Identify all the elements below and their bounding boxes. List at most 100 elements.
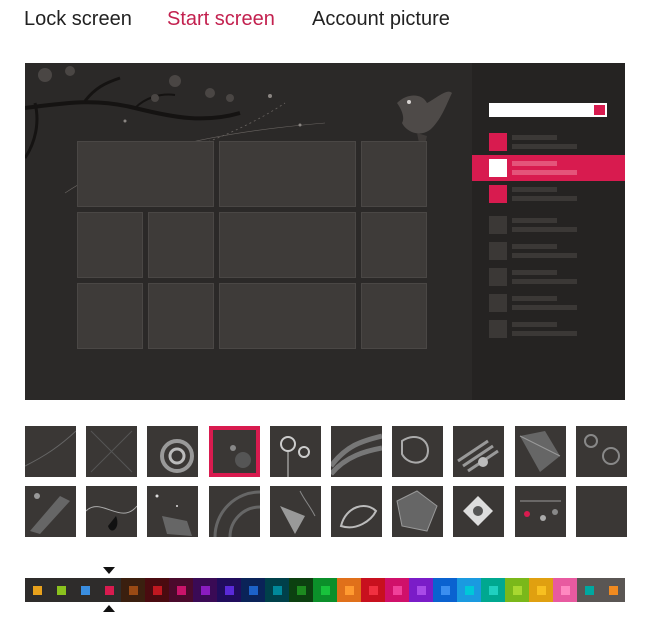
- preview-settings-panel: [472, 63, 625, 400]
- color-swatch-13[interactable]: [313, 578, 337, 602]
- color-swatch-16[interactable]: [385, 578, 409, 602]
- pattern-art: [90, 430, 133, 473]
- pattern-11-icon[interactable]: [25, 486, 76, 537]
- color-swatch-dot: [368, 585, 378, 595]
- pattern-15-icon[interactable]: [269, 486, 321, 537]
- color-swatch-dot: [56, 585, 66, 595]
- color-swatch-11[interactable]: [265, 578, 289, 602]
- color-swatch-8[interactable]: [193, 578, 217, 602]
- pattern-18-icon[interactable]: [453, 486, 505, 537]
- color-swatch-4[interactable]: [97, 578, 121, 602]
- color-swatch-24[interactable]: [577, 578, 601, 602]
- preview-square: [489, 242, 507, 260]
- color-swatch-7[interactable]: [169, 578, 193, 602]
- color-swatch-dot: [320, 585, 330, 595]
- color-swatch-22[interactable]: [529, 578, 553, 602]
- color-swatch-2[interactable]: [49, 578, 73, 602]
- color-swatch-dot: [32, 585, 42, 595]
- pattern-art: [331, 433, 382, 476]
- color-swatch-dot: [512, 585, 522, 595]
- pattern-art: [160, 439, 195, 473]
- pattern-9-icon[interactable]: [514, 426, 566, 477]
- preview-line: [512, 296, 557, 301]
- pattern-14-icon[interactable]: [208, 486, 260, 537]
- color-swatch-19[interactable]: [457, 578, 481, 602]
- color-swatch-20[interactable]: [481, 578, 505, 602]
- preview-line: [512, 331, 577, 336]
- pattern-1-icon[interactable]: [25, 426, 76, 477]
- pattern-art: [279, 490, 316, 534]
- tab-lock-screen[interactable]: Lock screen: [24, 8, 132, 31]
- pattern-3-icon[interactable]: [147, 426, 199, 477]
- preview-line: [512, 322, 557, 327]
- preview-line: [512, 170, 577, 175]
- color-swatch-dot: [128, 585, 138, 595]
- preview-line: [512, 187, 557, 192]
- start-tile: [148, 283, 214, 349]
- color-swatch-25[interactable]: [601, 578, 625, 602]
- color-swatch-10[interactable]: [241, 578, 265, 602]
- color-swatch-23[interactable]: [553, 578, 577, 602]
- pattern-20-icon[interactable]: [575, 486, 627, 537]
- color-swatch-dot: [464, 585, 474, 595]
- pattern-2-icon[interactable]: [86, 426, 138, 477]
- color-swatch-dot: [296, 585, 306, 595]
- start-tile: [361, 212, 427, 278]
- color-swatch-14[interactable]: [337, 578, 361, 602]
- color-swatch-5[interactable]: [121, 578, 145, 602]
- color-swatch-21[interactable]: [505, 578, 529, 602]
- color-swatch-12[interactable]: [289, 578, 313, 602]
- preview-accent-square: [489, 133, 507, 151]
- preview-square: [489, 294, 507, 312]
- start-tile: [361, 141, 427, 207]
- color-swatch-dot: [392, 585, 402, 595]
- pattern-19-icon[interactable]: [514, 486, 566, 537]
- pattern-art: [339, 505, 378, 529]
- color-swatch-17[interactable]: [409, 578, 433, 602]
- pattern-16-icon[interactable]: [331, 486, 382, 537]
- preview-line: [512, 227, 577, 232]
- color-swatch-dot: [560, 585, 570, 595]
- pattern-art: [519, 431, 560, 472]
- pattern-art: [279, 436, 310, 477]
- color-swatch-6[interactable]: [145, 578, 169, 602]
- pattern-17-icon[interactable]: [392, 486, 444, 537]
- tab-account-picture[interactable]: Account picture: [312, 8, 450, 31]
- preview-line: [512, 196, 577, 201]
- pattern-5-icon[interactable]: [269, 426, 321, 477]
- pattern-12-icon[interactable]: [86, 486, 138, 537]
- color-swatch-1[interactable]: [25, 578, 49, 602]
- pattern-art: [155, 494, 193, 536]
- pattern-4-icon[interactable]: [208, 426, 260, 477]
- color-swatch-18[interactable]: [433, 578, 457, 602]
- color-swatch-3[interactable]: [73, 578, 97, 602]
- pattern-art: [30, 493, 70, 534]
- pattern-art: [457, 439, 500, 473]
- color-swatch-15[interactable]: [361, 578, 385, 602]
- pattern-art: [401, 436, 430, 464]
- color-selector-bottom-arrow: [103, 605, 115, 612]
- preview-line: [512, 218, 557, 223]
- pattern-7-icon[interactable]: [392, 426, 444, 477]
- color-swatch-dot: [584, 585, 594, 595]
- tab-start-screen[interactable]: Start screen: [167, 8, 275, 31]
- preview-line: [512, 161, 557, 166]
- pattern-6-icon[interactable]: [331, 426, 382, 477]
- pattern-art: [229, 445, 251, 468]
- start-tile: [219, 283, 356, 349]
- pattern-10-icon[interactable]: [575, 426, 627, 477]
- preview-square: [489, 268, 507, 286]
- pattern-8-icon[interactable]: [453, 426, 505, 477]
- preview-square: [489, 216, 507, 234]
- color-swatch-strip: [25, 578, 625, 602]
- pattern-art: [213, 490, 260, 537]
- pattern-13-icon[interactable]: [147, 486, 199, 537]
- color-swatch-dot: [200, 585, 210, 595]
- color-swatch-dot: [152, 585, 162, 595]
- color-swatch-dot: [104, 585, 114, 595]
- color-selector-top-arrow: [103, 567, 115, 574]
- preview-search-box: [489, 103, 607, 117]
- color-swatch-9[interactable]: [217, 578, 241, 602]
- preview-line: [512, 244, 557, 249]
- start-tile: [361, 283, 427, 349]
